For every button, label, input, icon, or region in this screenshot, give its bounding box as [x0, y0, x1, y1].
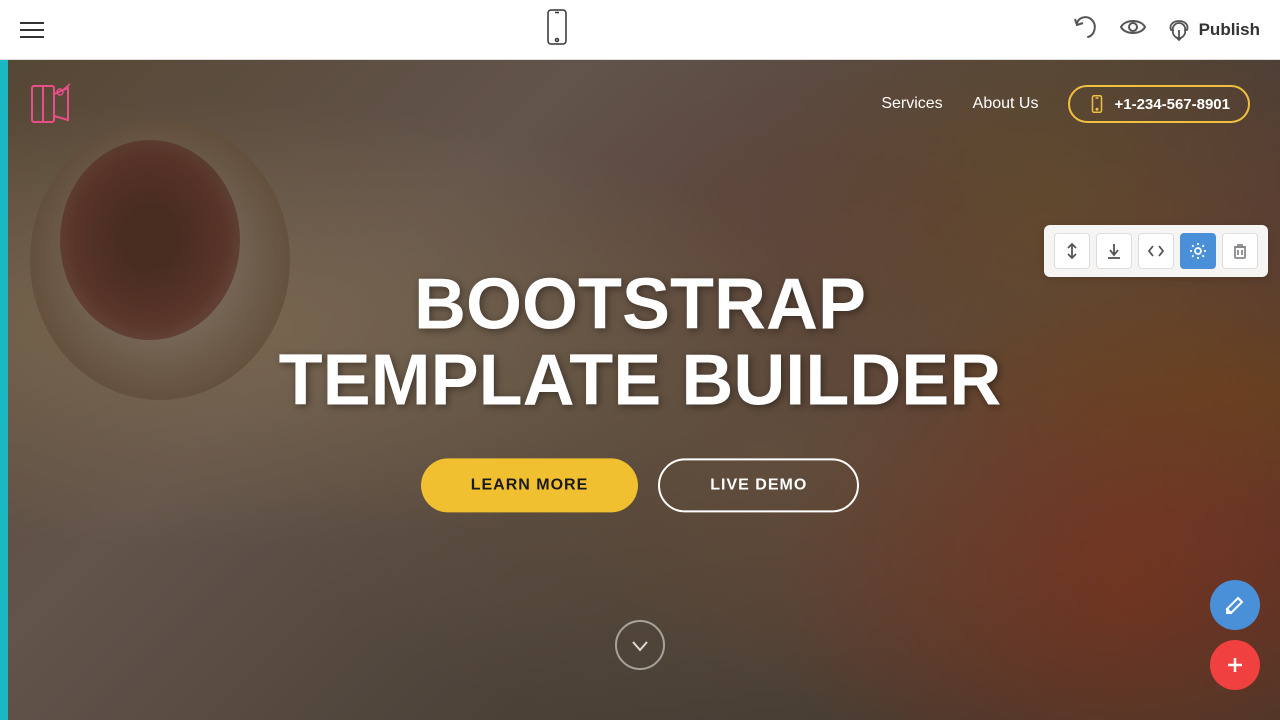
learn-more-button[interactable]: LEARN MORE — [421, 459, 639, 513]
code-tool-button[interactable] — [1138, 233, 1174, 269]
site-logo[interactable] — [30, 80, 78, 128]
top-toolbar: Publish — [0, 0, 1280, 60]
hero-section: Services About Us +1-234-567-8901 BOOTST… — [0, 60, 1280, 720]
sort-tool-button[interactable] — [1054, 233, 1090, 269]
hero-title-line2: TEMPLATE BUILDER — [128, 343, 1152, 419]
settings-tool-button[interactable] — [1180, 233, 1216, 269]
section-toolbar — [1044, 225, 1268, 277]
phone-button[interactable]: +1-234-567-8901 — [1068, 85, 1250, 123]
preview-eye-icon[interactable] — [1119, 13, 1147, 46]
live-demo-button[interactable]: LIVE DEMO — [658, 459, 859, 513]
hamburger-menu[interactable] — [20, 22, 44, 38]
undo-icon[interactable] — [1071, 13, 1099, 46]
scroll-down-arrow[interactable] — [615, 620, 665, 670]
hero-title: BOOTSTRAP TEMPLATE BUILDER — [128, 267, 1152, 418]
nav-about-us[interactable]: About Us — [973, 95, 1039, 113]
toolbar-center — [543, 9, 571, 50]
download-tool-button[interactable] — [1096, 233, 1132, 269]
publish-label: Publish — [1199, 20, 1260, 40]
phone-number: +1-234-567-8901 — [1114, 96, 1230, 113]
hero-buttons: LEARN MORE LIVE DEMO — [128, 459, 1152, 513]
hero-title-line1: BOOTSTRAP — [128, 267, 1152, 343]
hero-text: BOOTSTRAP TEMPLATE BUILDER LEARN MORE LI… — [128, 267, 1152, 512]
delete-tool-button[interactable] — [1222, 233, 1258, 269]
toolbar-right: Publish — [1071, 13, 1260, 46]
site-nav: Services About Us +1-234-567-8901 — [881, 85, 1250, 123]
publish-button[interactable]: Publish — [1167, 18, 1260, 42]
main-content: Services About Us +1-234-567-8901 BOOTST… — [0, 60, 1280, 720]
add-float-button[interactable] — [1210, 640, 1260, 690]
left-accent-panel — [0, 60, 8, 720]
edit-float-button[interactable] — [1210, 580, 1260, 630]
site-navbar: Services About Us +1-234-567-8901 — [0, 60, 1280, 148]
toolbar-left — [20, 22, 44, 38]
floating-action-buttons — [1210, 580, 1260, 690]
mobile-preview-icon[interactable] — [543, 9, 571, 50]
nav-services[interactable]: Services — [881, 95, 942, 113]
